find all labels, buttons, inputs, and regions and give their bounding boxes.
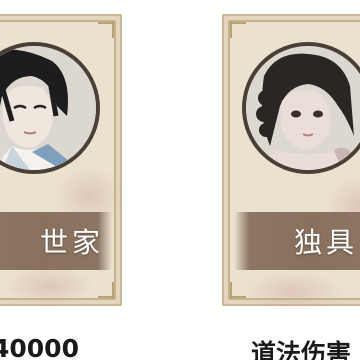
- ink-splash-decoration: [4, 266, 94, 306]
- male-scholar-portrait-icon: [0, 42, 100, 174]
- corner-ornament: [98, 282, 114, 298]
- character-card-right[interactable]: 独具: [222, 14, 360, 311]
- character-card-left[interactable]: 世家: [0, 14, 124, 306]
- card-caption-right: 道法伤害: [251, 339, 352, 360]
- female-heroine-portrait-icon: [242, 42, 360, 174]
- title-ribbon: 世家: [0, 212, 112, 270]
- card-caption-left: 40000: [0, 334, 79, 360]
- ribbon-title-text: 世家: [39, 226, 104, 259]
- corner-ornament: [98, 22, 114, 38]
- game-screen: 世家 独具 40000 道法伤害: [0, 0, 360, 360]
- ribbon-title-text: 独具: [293, 226, 358, 259]
- corner-ornament: [230, 22, 246, 38]
- ink-splash-decoration: [244, 271, 344, 311]
- title-ribbon: 独具: [234, 212, 360, 270]
